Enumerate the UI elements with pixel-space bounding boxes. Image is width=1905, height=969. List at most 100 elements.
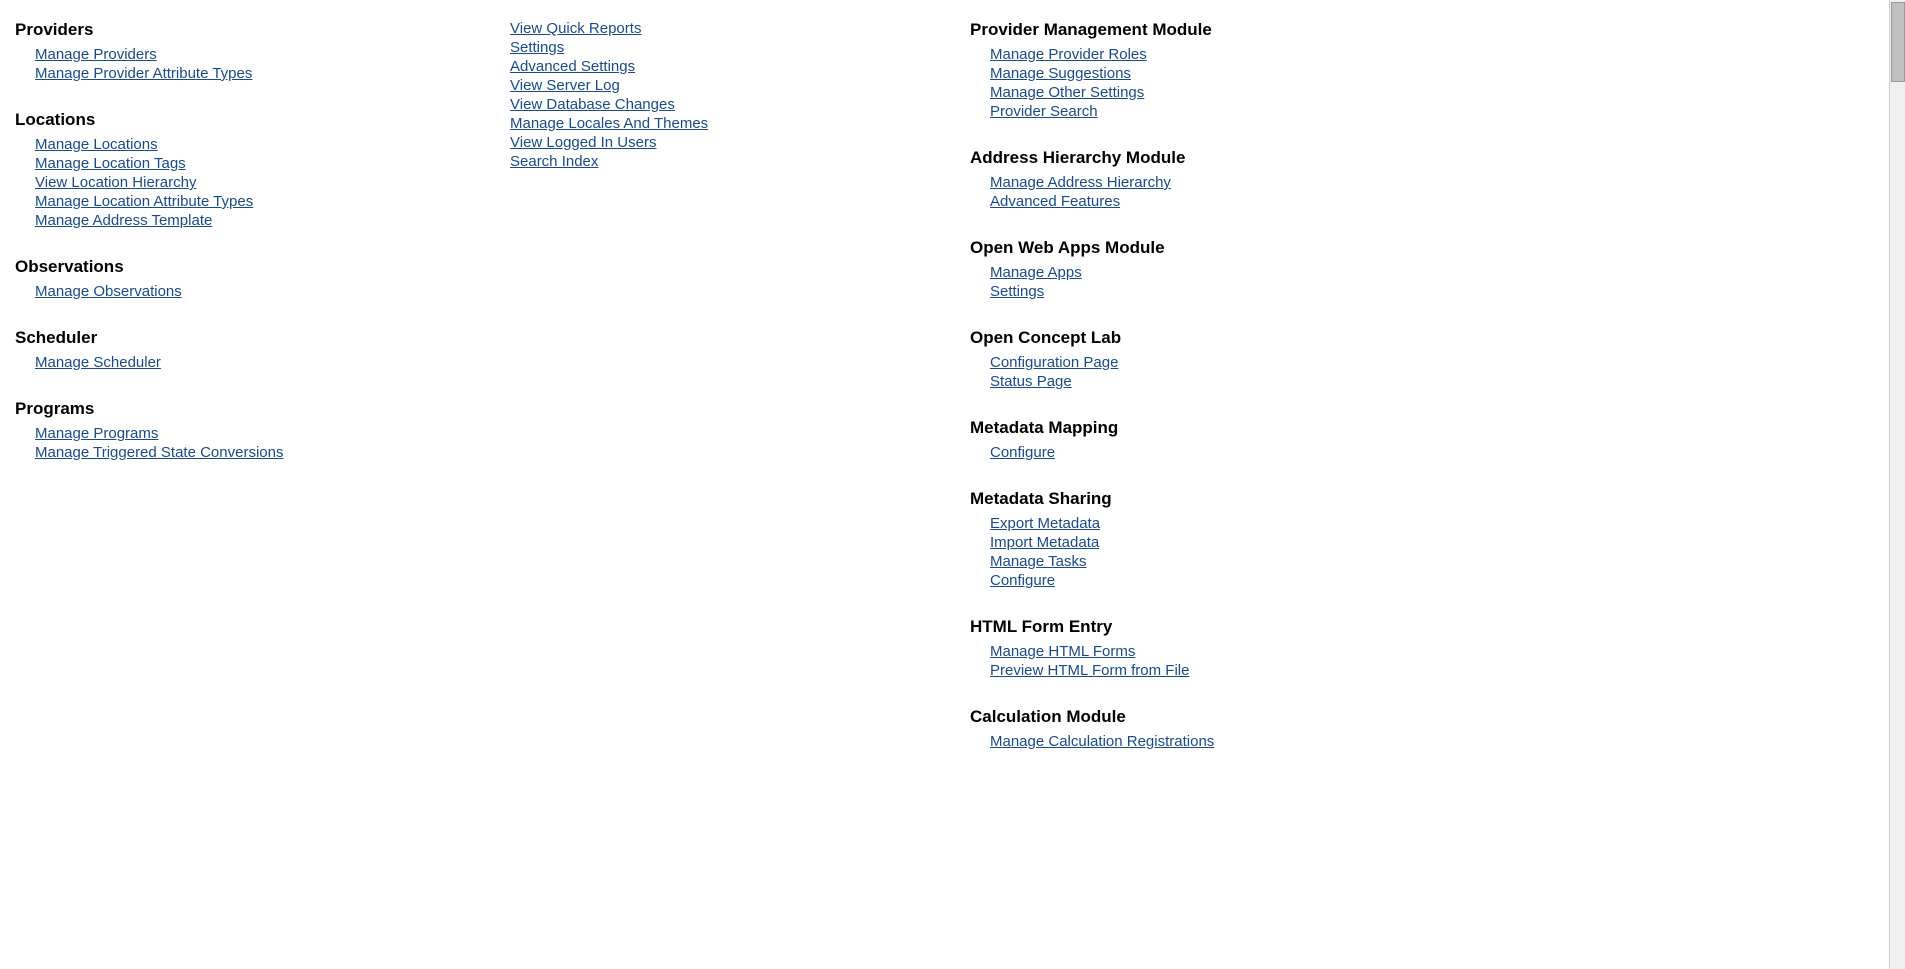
- section-links-settings-group: View Quick Reports Settings Advanced Setti…: [490, 20, 940, 170]
- link-manage-observations[interactable]: Manage Observations: [35, 283, 182, 300]
- link-preview-html-form-from-file[interactable]: Preview HTML Form from File: [990, 662, 1189, 679]
- section-metadata-sharing: Metadata Sharing Export Metadata Import Me…: [970, 489, 1640, 589]
- section-links-scheduler: Manage Scheduler: [15, 354, 460, 371]
- scrollbar[interactable]: [1889, 0, 1905, 969]
- section-heading-html-form-entry: HTML Form Entry: [970, 617, 1640, 637]
- list-item-manage-locales-and-themes: Manage Locales And Themes: [510, 115, 940, 132]
- section-scheduler: Scheduler Manage Scheduler: [15, 328, 460, 371]
- list-item-manage-html-forms: Manage HTML Forms: [990, 643, 1640, 660]
- link-manage-provider-attribute-types[interactable]: Manage Provider Attribute Types: [35, 65, 252, 82]
- list-item-manage-other-settings: Manage Other Settings: [990, 84, 1640, 101]
- section-address-hierarchy-module: Address Hierarchy Module Manage Address H…: [970, 148, 1640, 210]
- section-heading-metadata-sharing: Metadata Sharing: [970, 489, 1640, 509]
- link-manage-programs[interactable]: Manage Programs: [35, 425, 158, 442]
- link-view-location-hierarchy[interactable]: View Location Hierarchy: [35, 174, 196, 191]
- list-item-view-location-hierarchy: View Location Hierarchy: [35, 174, 460, 191]
- section-calculation-module: Calculation Module Manage Calculation Reg…: [970, 707, 1640, 750]
- section-links-observations: Manage Observations: [15, 283, 460, 300]
- section-links-programs: Manage Programs Manage Triggered State Co…: [15, 425, 460, 461]
- middle-column: View Quick Reports Settings Advanced Setti…: [480, 10, 960, 959]
- section-html-form-entry: HTML Form Entry Manage HTML Forms Preview …: [970, 617, 1640, 679]
- link-manage-tasks[interactable]: Manage Tasks: [990, 553, 1086, 570]
- list-item-manage-location-tags: Manage Location Tags: [35, 155, 460, 172]
- link-search-index[interactable]: Search Index: [510, 153, 598, 170]
- link-configure-mapping[interactable]: Configure: [990, 444, 1055, 461]
- section-programs: Programs Manage Programs Manage Triggered …: [15, 399, 460, 461]
- link-settings-apps[interactable]: Settings: [990, 283, 1044, 300]
- link-manage-suggestions[interactable]: Manage Suggestions: [990, 65, 1131, 82]
- list-item-manage-triggered-state-conversions: Manage Triggered State Conversions: [35, 444, 460, 461]
- section-heading-programs: Programs: [15, 399, 460, 419]
- section-providers: ProvidersManage ProvidersManage Provider…: [15, 20, 460, 82]
- section-open-web-apps-module: Open Web Apps Module Manage Apps Settings: [970, 238, 1640, 300]
- list-item-configure-sharing: Configure: [990, 572, 1640, 589]
- section-links-metadata-sharing: Export Metadata Import Metadata Manage Tas…: [970, 515, 1640, 589]
- section-settings-group: View Quick Reports Settings Advanced Setti…: [490, 20, 940, 170]
- list-item-view-logged-in-users: View Logged In Users: [510, 134, 940, 151]
- link-manage-apps[interactable]: Manage Apps: [990, 264, 1082, 281]
- right-column: Provider Management ModuleManage Provide…: [960, 10, 1660, 959]
- list-item-view-server-log: View Server Log: [510, 77, 940, 94]
- link-export-metadata[interactable]: Export Metadata: [990, 515, 1100, 532]
- link-view-database-changes[interactable]: View Database Changes: [510, 96, 675, 113]
- link-manage-providers[interactable]: Manage Providers: [35, 46, 157, 63]
- link-manage-locations[interactable]: Manage Locations: [35, 136, 158, 153]
- section-links-providers: Manage Providers Manage Provider Attribut…: [15, 46, 460, 82]
- section-links-open-web-apps-module: Manage Apps Settings: [970, 264, 1640, 300]
- section-links-calculation-module: Manage Calculation Registrations: [970, 733, 1640, 750]
- list-item-manage-observations: Manage Observations: [35, 283, 460, 300]
- list-item-export-metadata: Export Metadata: [990, 515, 1640, 532]
- link-advanced-settings[interactable]: Advanced Settings: [510, 58, 635, 75]
- section-links-html-form-entry: Manage HTML Forms Preview HTML Form from …: [970, 643, 1640, 679]
- link-manage-html-forms[interactable]: Manage HTML Forms: [990, 643, 1135, 660]
- section-heading-open-concept-lab: Open Concept Lab: [970, 328, 1640, 348]
- section-open-concept-lab: Open Concept Lab Configuration Page Status…: [970, 328, 1640, 390]
- list-item-manage-apps: Manage Apps: [990, 264, 1640, 281]
- link-view-server-log[interactable]: View Server Log: [510, 77, 620, 94]
- list-item-settings: Settings: [510, 39, 940, 56]
- link-manage-other-settings[interactable]: Manage Other Settings: [990, 84, 1144, 101]
- link-manage-location-tags[interactable]: Manage Location Tags: [35, 155, 186, 172]
- link-manage-location-attribute-types[interactable]: Manage Location Attribute Types: [35, 193, 253, 210]
- section-links-open-concept-lab: Configuration Page Status Page: [970, 354, 1640, 390]
- link-view-logged-in-users[interactable]: View Logged In Users: [510, 134, 656, 151]
- link-configure-sharing[interactable]: Configure: [990, 572, 1055, 589]
- link-provider-search[interactable]: Provider Search: [990, 103, 1098, 120]
- link-manage-address-hierarchy[interactable]: Manage Address Hierarchy: [990, 174, 1171, 191]
- list-item-settings-apps: Settings: [990, 283, 1640, 300]
- list-item-manage-address-template: Manage Address Template: [35, 212, 460, 229]
- section-heading-locations: Locations: [15, 110, 460, 130]
- section-links-metadata-mapping: Configure: [970, 444, 1640, 461]
- page-container: ProvidersManage ProvidersManage Provider…: [0, 0, 1905, 969]
- link-configuration-page[interactable]: Configuration Page: [990, 354, 1118, 371]
- list-item-manage-scheduler: Manage Scheduler: [35, 354, 460, 371]
- link-manage-provider-roles[interactable]: Manage Provider Roles: [990, 46, 1147, 63]
- list-item-status-page: Status Page: [990, 373, 1640, 390]
- section-heading-scheduler: Scheduler: [15, 328, 460, 348]
- link-manage-locales-and-themes[interactable]: Manage Locales And Themes: [510, 115, 708, 132]
- list-item-advanced-settings: Advanced Settings: [510, 58, 940, 75]
- list-item-manage-suggestions: Manage Suggestions: [990, 65, 1640, 82]
- section-provider-management-module: Provider Management ModuleManage Provide…: [970, 20, 1640, 120]
- list-item-configure-mapping: Configure: [990, 444, 1640, 461]
- link-manage-calculation-registrations[interactable]: Manage Calculation Registrations: [990, 733, 1214, 750]
- link-view-quick-reports[interactable]: View Quick Reports: [510, 20, 641, 37]
- link-advanced-features[interactable]: Advanced Features: [990, 193, 1120, 210]
- section-metadata-mapping: Metadata MappingConfigure: [970, 418, 1640, 461]
- link-import-metadata[interactable]: Import Metadata: [990, 534, 1099, 551]
- link-manage-address-template[interactable]: Manage Address Template: [35, 212, 212, 229]
- list-item-search-index: Search Index: [510, 153, 940, 170]
- list-item-advanced-features: Advanced Features: [990, 193, 1640, 210]
- list-item-view-quick-reports: View Quick Reports: [510, 20, 940, 37]
- link-manage-triggered-state-conversions[interactable]: Manage Triggered State Conversions: [35, 444, 283, 461]
- section-heading-providers: Providers: [15, 20, 460, 40]
- link-manage-scheduler[interactable]: Manage Scheduler: [35, 354, 161, 371]
- section-heading-open-web-apps-module: Open Web Apps Module: [970, 238, 1640, 258]
- link-status-page[interactable]: Status Page: [990, 373, 1072, 390]
- section-heading-address-hierarchy-module: Address Hierarchy Module: [970, 148, 1640, 168]
- link-settings[interactable]: Settings: [510, 39, 564, 56]
- section-heading-calculation-module: Calculation Module: [970, 707, 1640, 727]
- list-item-manage-tasks: Manage Tasks: [990, 553, 1640, 570]
- left-column: ProvidersManage ProvidersManage Provider…: [0, 10, 480, 959]
- scrollbar-thumb[interactable]: [1891, 2, 1905, 82]
